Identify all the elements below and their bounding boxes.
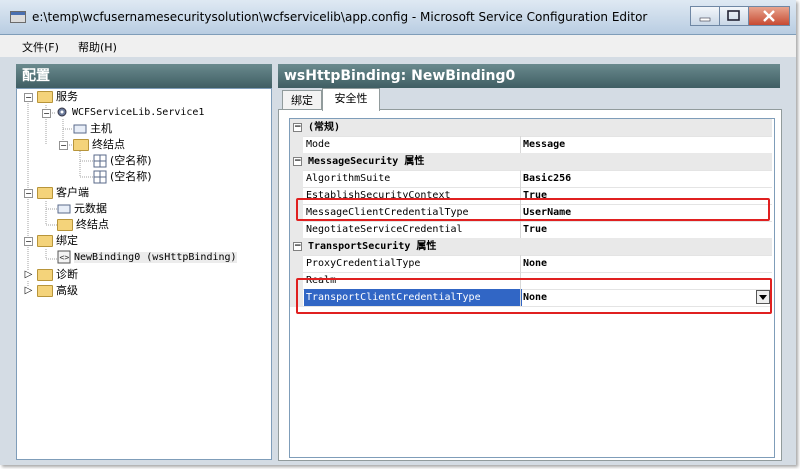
bindings-collapse-toggle[interactable]: − xyxy=(24,237,33,246)
category-message-security[interactable]: − MessageSecurity 属性 xyxy=(290,153,772,171)
diagnostics-expand-toggle[interactable]: ▷ xyxy=(24,270,33,280)
host-icon xyxy=(73,124,87,134)
tree-item-services[interactable]: 服务 xyxy=(37,89,78,105)
tree-item-endpoints[interactable]: 终结点 xyxy=(73,137,125,153)
title-bar: e:\temp\wcfusernamesecuritysolution\wcfs… xyxy=(0,0,796,35)
highlight-message-credential xyxy=(296,198,770,221)
configuration-header: 配置 xyxy=(16,64,272,88)
tree-item-newbinding[interactable]: <> NewBinding0 (wsHttpBinding) xyxy=(57,250,237,266)
app-icon xyxy=(10,11,26,23)
endpoints-collapse-toggle[interactable]: − xyxy=(59,141,68,150)
collapse-icon[interactable]: − xyxy=(293,157,302,166)
tab-security[interactable]: 安全性 xyxy=(322,88,380,111)
highlight-transport-credential xyxy=(296,278,772,314)
tree-item-metadata[interactable]: 元数据 xyxy=(57,201,107,217)
tree-item-endpoint-unnamed-2[interactable]: (空名称) xyxy=(93,169,152,185)
tree-item-service1[interactable]: WCFServiceLib.Service1 xyxy=(55,105,204,121)
tree-item-client-endpoints[interactable]: 终结点 xyxy=(57,217,109,233)
property-row-mode[interactable]: Mode Message xyxy=(290,136,772,154)
configuration-pane: 配置 − 服务 − WCFServiceLib.Service1 主机 − 终结… xyxy=(16,64,272,460)
service1-collapse-toggle[interactable]: − xyxy=(42,109,51,118)
close-icon xyxy=(763,10,775,22)
category-general[interactable]: − (常规) xyxy=(290,119,772,137)
svg-text:<>: <> xyxy=(60,253,70,262)
close-button[interactable] xyxy=(748,6,790,26)
maximize-icon xyxy=(727,10,740,21)
binding-icon: <> xyxy=(57,250,71,264)
folder-icon xyxy=(73,139,89,151)
folder-icon xyxy=(57,219,73,231)
property-row-algorithm-suite[interactable]: AlgorithmSuite Basic256 xyxy=(290,170,772,188)
binding-header: wsHttpBinding: NewBinding0 xyxy=(278,64,780,88)
collapse-icon[interactable]: − xyxy=(293,242,302,251)
minimize-icon xyxy=(699,17,711,22)
metadata-icon xyxy=(57,204,71,214)
category-transport-security[interactable]: − TransportSecurity 属性 xyxy=(290,238,772,256)
maximize-button[interactable] xyxy=(719,6,749,26)
collapse-icon[interactable]: − xyxy=(293,123,302,132)
folder-icon xyxy=(37,269,53,281)
endpoint-grid-icon xyxy=(93,170,107,184)
menu-file[interactable]: 文件(F) xyxy=(22,39,59,55)
configuration-tree[interactable]: − 服务 − WCFServiceLib.Service1 主机 − 终结点 (… xyxy=(16,88,272,460)
services-collapse-toggle[interactable]: − xyxy=(24,93,33,102)
folder-icon xyxy=(37,91,53,103)
tree-item-endpoint-unnamed-1[interactable]: (空名称) xyxy=(93,153,152,169)
binding-details-pane: wsHttpBinding: NewBinding0 绑定 安全性 − (常规)… xyxy=(278,64,782,461)
window-title: e:\temp\wcfusernamesecuritysolution\wcfs… xyxy=(32,10,648,24)
tab-binding[interactable]: 绑定 xyxy=(282,90,322,110)
menu-bar: 文件(F) 帮助(H) xyxy=(0,35,796,57)
client-collapse-toggle[interactable]: − xyxy=(24,189,33,198)
menu-help[interactable]: 帮助(H) xyxy=(78,39,117,55)
tree-item-host[interactable]: 主机 xyxy=(73,121,112,137)
endpoint-grid-icon xyxy=(93,154,107,168)
tree-item-advanced[interactable]: 高级 xyxy=(37,283,78,299)
app-window: e:\temp\wcfusernamesecuritysolution\wcfs… xyxy=(0,0,796,465)
tree-item-client[interactable]: 客户端 xyxy=(37,185,89,201)
folder-icon xyxy=(37,285,53,297)
gear-icon xyxy=(57,107,67,117)
tree-item-diagnostics[interactable]: 诊断 xyxy=(37,267,78,283)
property-row-proxy-credential-type[interactable]: ProxyCredentialType None xyxy=(290,255,772,273)
minimize-button[interactable] xyxy=(690,6,720,26)
property-row-negotiate-service-credential[interactable]: NegotiateServiceCredential True xyxy=(290,221,772,239)
folder-icon xyxy=(37,187,53,199)
advanced-expand-toggle[interactable]: ▷ xyxy=(24,286,33,296)
folder-icon xyxy=(37,235,53,247)
tree-item-bindings[interactable]: 绑定 xyxy=(37,233,78,249)
